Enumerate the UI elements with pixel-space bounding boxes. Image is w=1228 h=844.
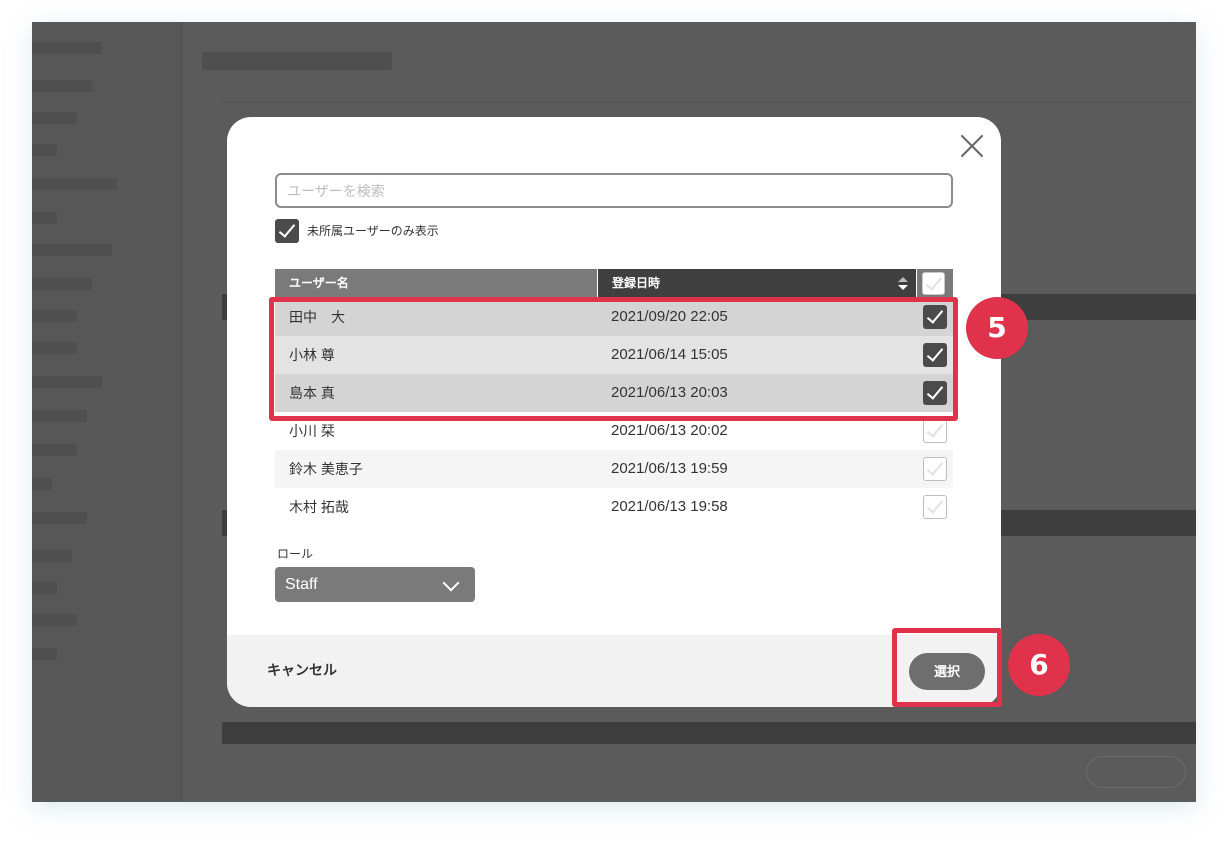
- table-header: ユーザー名 登録日時: [275, 269, 953, 298]
- background-sidebar-item: [32, 614, 77, 626]
- row-checkbox[interactable]: [923, 419, 947, 443]
- background-sidebar-item: [32, 278, 92, 290]
- highlight-selected-rows: [269, 297, 958, 421]
- role-select[interactable]: Staff: [275, 567, 475, 602]
- registered-at: 2021/06/13 19:59: [611, 460, 728, 477]
- chevron-down-icon: [442, 574, 460, 592]
- background-sidebar-item: [32, 410, 87, 422]
- checkbox-checked-icon: [275, 218, 299, 243]
- background-sidebar-item: [32, 178, 117, 190]
- close-icon[interactable]: [959, 133, 985, 159]
- registered-at: 2021/06/13 19:58: [611, 498, 728, 515]
- role-label: ロール: [277, 547, 314, 561]
- background-sidebar-item: [32, 478, 52, 490]
- background-sidebar-item: [32, 376, 102, 388]
- background-sidebar-item: [32, 80, 92, 92]
- background-sidebar-item: [32, 512, 87, 524]
- background-divider: [222, 102, 1196, 103]
- background-sidebar: [32, 22, 182, 802]
- background-table-header: [222, 722, 1196, 744]
- background-sidebar-item: [32, 212, 57, 224]
- column-header-username: ユーザー名: [275, 269, 597, 298]
- select-all-checkbox[interactable]: [922, 272, 945, 295]
- table-row[interactable]: 鈴木 美恵子 2021/06/13 19:59: [275, 450, 953, 488]
- table-row[interactable]: 木村 拓哉 2021/06/13 19:58: [275, 488, 953, 519]
- step-5-badge: 5: [966, 297, 1028, 359]
- background-title: [202, 52, 392, 70]
- background-sidebar-item: [32, 342, 77, 354]
- column-header-select-all: [917, 269, 953, 298]
- background-sidebar-item: [32, 444, 77, 456]
- background-sidebar-item: [32, 112, 77, 124]
- highlight-select-button: [892, 628, 1002, 707]
- unassigned-filter-checkbox[interactable]: 未所属ユーザーのみ表示: [275, 218, 439, 243]
- user-search-input[interactable]: [275, 173, 953, 208]
- column-header-registered-at[interactable]: 登録日時: [598, 269, 916, 298]
- background-button: [1086, 756, 1186, 788]
- step-6-badge: 6: [1008, 634, 1070, 696]
- sort-icon[interactable]: [898, 277, 908, 291]
- background-sidebar-item: [32, 244, 112, 256]
- filter-label: 未所属ユーザーのみ表示: [307, 224, 439, 238]
- role-select-value: Staff: [285, 576, 318, 593]
- background-sidebar-item: [32, 144, 57, 156]
- row-checkbox[interactable]: [923, 495, 947, 519]
- row-checkbox[interactable]: [923, 457, 947, 481]
- background-sidebar-item: [32, 550, 72, 562]
- background-sidebar-item: [32, 648, 57, 660]
- cancel-button[interactable]: キャンセル: [267, 660, 337, 680]
- modal-footer: キャンセル 選択: [227, 635, 1001, 707]
- column-header-label: 登録日時: [612, 276, 661, 290]
- user-name: 木村 拓哉: [289, 499, 349, 515]
- background-sidebar-item: [32, 310, 77, 322]
- background-sidebar-item: [32, 42, 102, 54]
- user-name: 鈴木 美恵子: [289, 461, 363, 477]
- background-sidebar-item: [32, 582, 57, 594]
